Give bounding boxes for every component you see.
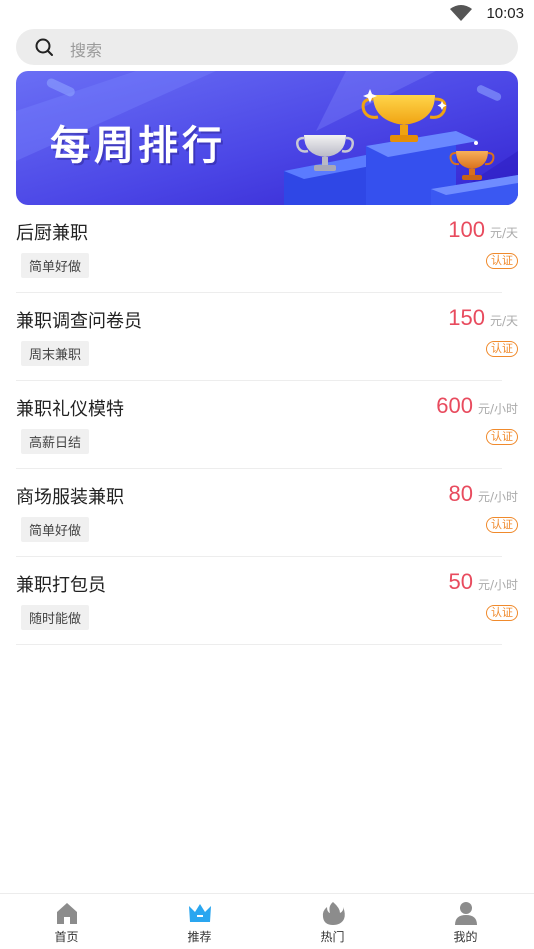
job-tag: 简单好做 xyxy=(21,517,90,542)
home-icon xyxy=(57,903,77,924)
certified-badge: 认证 xyxy=(486,253,518,269)
job-salary: 600 元/小时 xyxy=(436,393,518,419)
search-bar[interactable]: 搜索 xyxy=(16,29,518,65)
job-item[interactable]: 后厨兼职 简单好做 100 元/天 认证 xyxy=(16,205,518,293)
job-item[interactable]: 兼职打包员 随时能做 50 元/小时 认证 xyxy=(16,557,518,645)
job-salary: 80 元/小时 xyxy=(448,481,518,507)
job-title: 兼职礼仪模特 xyxy=(16,399,124,420)
salary-unit: 元/小时 xyxy=(477,490,518,504)
salary-amount: 50 xyxy=(448,569,473,594)
certified-badge: 认证 xyxy=(486,429,518,445)
job-item[interactable]: 商场服装兼职 简单好做 80 元/小时 认证 xyxy=(16,469,518,557)
bottom-tab-bar: 首页 推荐 热门 我的 xyxy=(0,893,534,949)
job-salary: 50 元/小时 xyxy=(448,569,518,595)
job-title: 后厨兼职 xyxy=(16,223,88,244)
job-list: 后厨兼职 简单好做 100 元/天 认证 兼职调查问卷员 周末兼职 150 元/天 … xyxy=(16,205,518,645)
crown-icon xyxy=(189,904,211,922)
banner-title: 每周排行 xyxy=(50,122,226,169)
salary-amount: 600 xyxy=(436,393,473,418)
job-tag: 周末兼职 xyxy=(21,341,90,366)
status-time: 10:03 xyxy=(486,5,524,22)
tab-recommend[interactable]: 推荐 xyxy=(133,894,266,949)
wifi-icon xyxy=(450,5,472,21)
tab-label: 热门 xyxy=(320,930,345,944)
salary-unit: 元/小时 xyxy=(477,578,518,592)
salary-amount: 100 xyxy=(448,217,485,242)
certified-badge: 认证 xyxy=(486,605,518,621)
salary-amount: 80 xyxy=(448,481,473,506)
job-salary: 100 元/天 xyxy=(448,217,518,243)
salary-unit: 元/天 xyxy=(489,226,518,240)
tab-home[interactable]: 首页 xyxy=(0,894,133,949)
tab-hot[interactable]: 热门 xyxy=(266,894,399,949)
certified-badge: 认证 xyxy=(486,341,518,357)
job-item[interactable]: 兼职调查问卷员 周末兼职 150 元/天 认证 xyxy=(16,293,518,381)
certified-badge: 认证 xyxy=(486,517,518,533)
search-icon xyxy=(35,38,53,56)
search-placeholder[interactable]: 搜索 xyxy=(70,37,102,61)
status-bar: 10:03 xyxy=(0,0,534,28)
salary-unit: 元/天 xyxy=(489,314,518,328)
tab-mine[interactable]: 我的 xyxy=(399,894,532,949)
job-title: 兼职调查问卷员 xyxy=(16,311,142,332)
job-title: 兼职打包员 xyxy=(16,575,106,596)
job-tag: 随时能做 xyxy=(21,605,90,630)
user-icon xyxy=(455,902,477,925)
job-title: 商场服装兼职 xyxy=(16,487,124,508)
job-tag: 简单好做 xyxy=(21,253,90,278)
salary-amount: 150 xyxy=(448,305,485,330)
tab-label: 推荐 xyxy=(187,930,212,944)
salary-unit: 元/小时 xyxy=(477,402,518,416)
weekly-ranking-banner[interactable]: 每周排行 xyxy=(16,71,518,205)
job-tag: 高薪日结 xyxy=(21,429,90,454)
tab-label: 我的 xyxy=(453,930,478,944)
job-item[interactable]: 兼职礼仪模特 高薪日结 600 元/小时 认证 xyxy=(16,381,518,469)
fire-icon xyxy=(322,902,345,925)
tab-label: 首页 xyxy=(54,930,79,944)
job-salary: 150 元/天 xyxy=(448,305,518,331)
